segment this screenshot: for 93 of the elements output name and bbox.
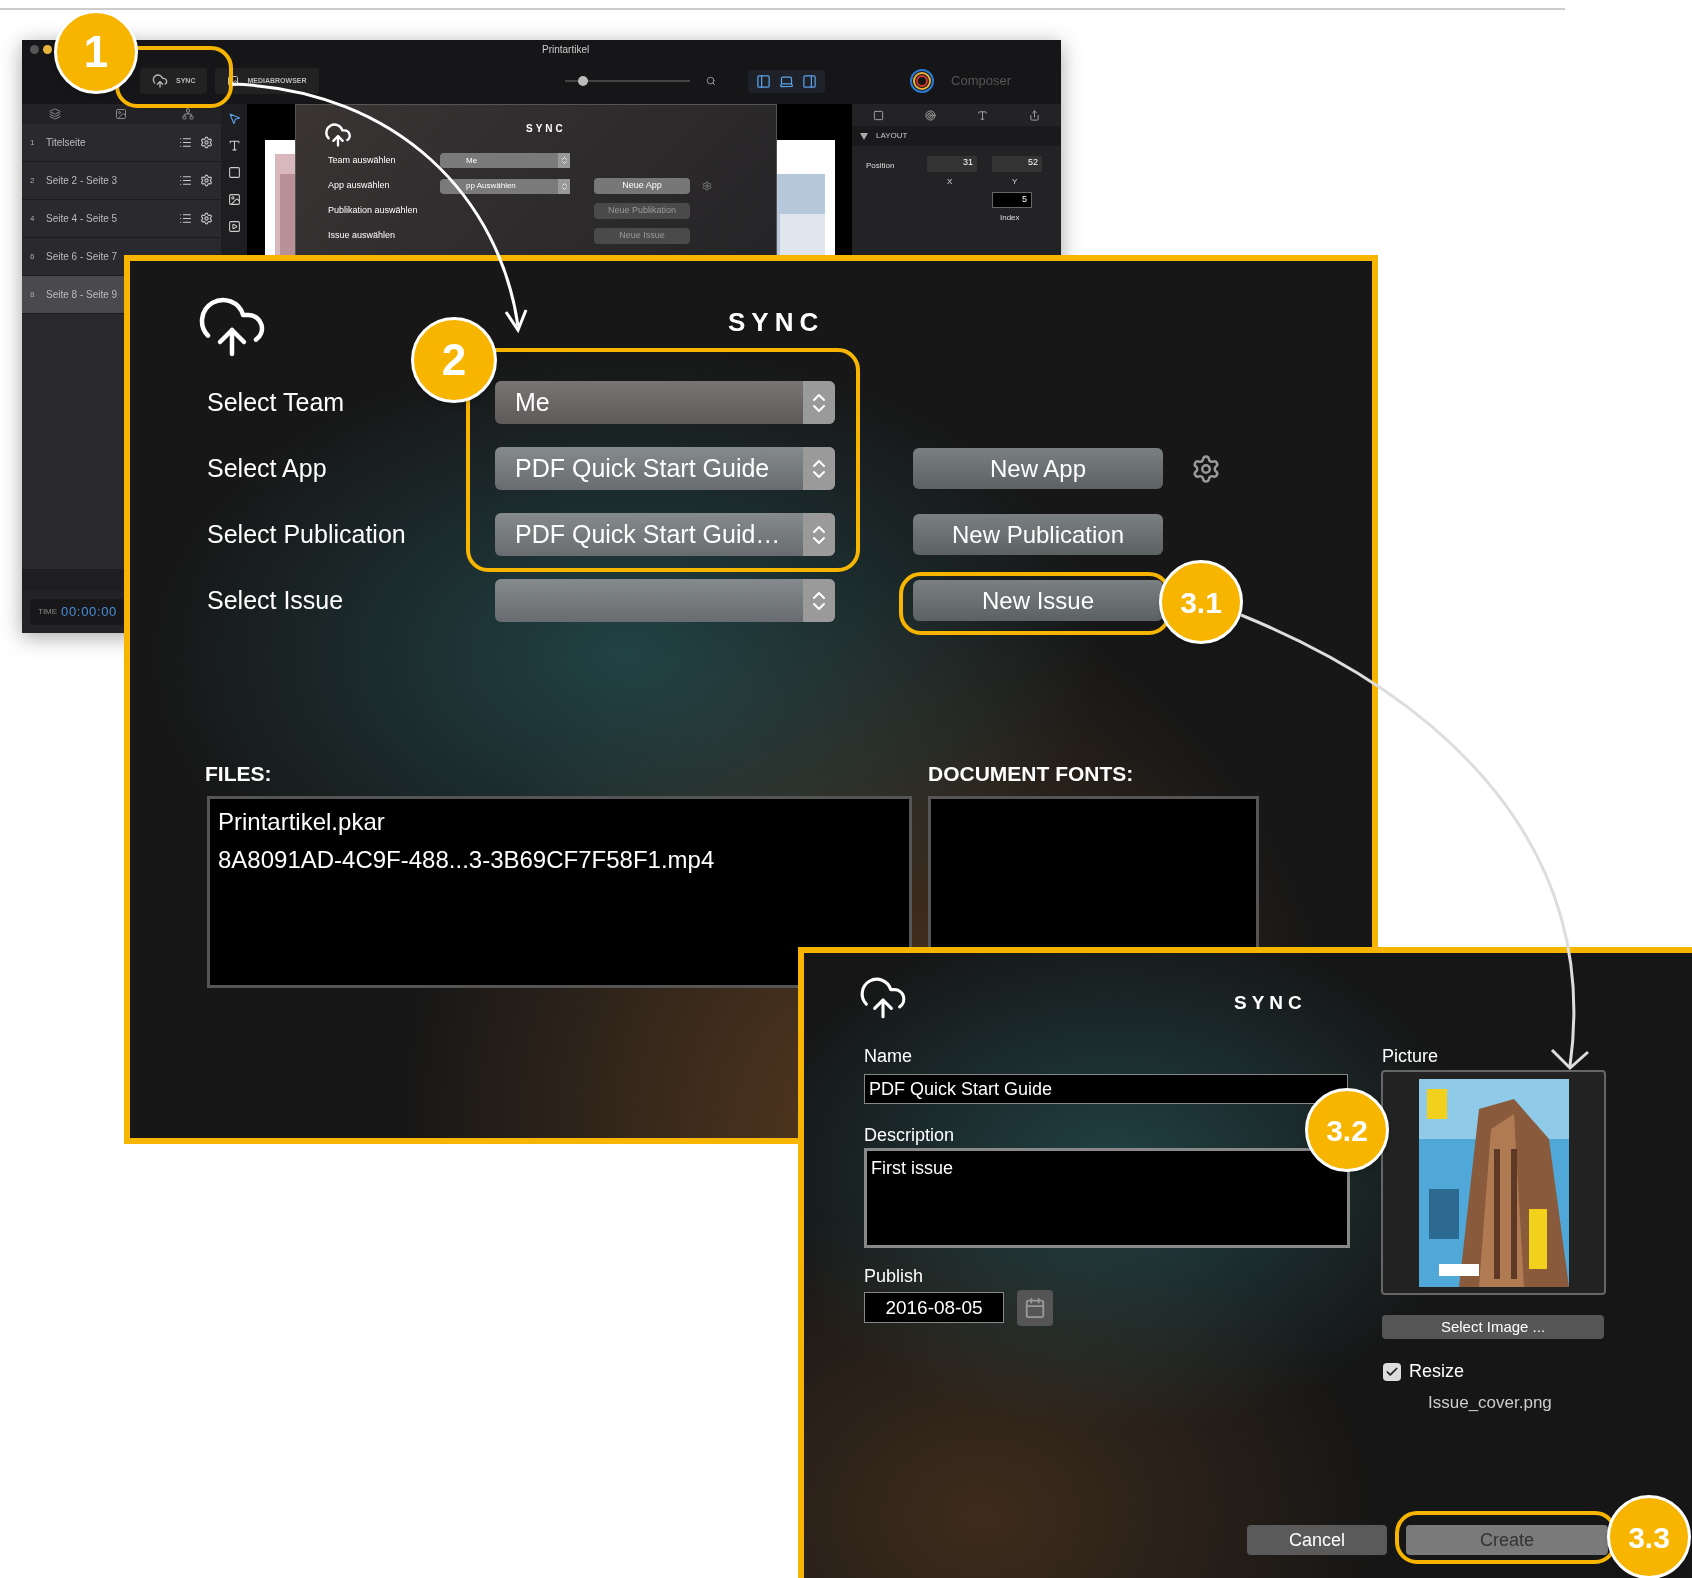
- settings-icon[interactable]: [200, 212, 213, 225]
- calendar-button[interactable]: [1017, 1290, 1053, 1326]
- settings-icon[interactable]: [200, 174, 213, 187]
- laptop-icon[interactable]: [778, 73, 794, 89]
- text-icon[interactable]: [977, 109, 989, 121]
- field-label: Select Publication: [207, 518, 407, 550]
- section-header[interactable]: LAYOUT: [852, 126, 1061, 146]
- search-icon[interactable]: [705, 76, 716, 86]
- axis-label: Y: [1012, 176, 1018, 188]
- target-icon[interactable]: [924, 109, 936, 121]
- field-label: Team auswählen: [328, 153, 397, 167]
- image-tool-icon[interactable]: [227, 193, 241, 206]
- dialog-title: SYNC: [526, 122, 566, 136]
- stepper-icon: [559, 156, 569, 165]
- step-badge: 1: [54, 10, 138, 94]
- field-label: Description: [864, 1124, 955, 1147]
- image-icon[interactable]: [115, 108, 128, 120]
- select-field[interactable]: PDF Quick Start Guid…: [495, 513, 835, 556]
- file-item[interactable]: Printartikel.pkar: [210, 803, 909, 841]
- text-tool-icon[interactable]: [227, 139, 241, 152]
- list-icon[interactable]: [179, 174, 192, 187]
- select-field[interactable]: pp Auswählen: [440, 178, 570, 194]
- logo-text: Composer: [951, 72, 1011, 91]
- section-title: LAYOUT: [876, 130, 908, 142]
- list-icon[interactable]: [179, 136, 192, 149]
- checkbox[interactable]: [1383, 1362, 1401, 1381]
- page-number: 6: [30, 250, 36, 263]
- window-title: Printartikel: [542, 42, 590, 57]
- time-label: TIME: [38, 606, 58, 618]
- action-button[interactable]: New App: [913, 448, 1163, 489]
- calendar-icon: [1024, 1297, 1046, 1319]
- field-label: Select Team: [207, 386, 346, 418]
- select-field[interactable]: [495, 579, 835, 622]
- name-field[interactable]: PDF Quick Start Guide: [864, 1074, 1348, 1104]
- section-label: FILES:: [205, 761, 272, 787]
- list-icon[interactable]: [179, 212, 192, 225]
- shape-tool-icon[interactable]: [227, 166, 241, 179]
- page-number: 4: [30, 212, 36, 225]
- select-field[interactable]: PDF Quick Start Guide: [495, 447, 835, 490]
- number-field[interactable]: 31: [927, 156, 977, 172]
- image-icon: [227, 75, 240, 87]
- action-button[interactable]: New Publication: [913, 514, 1163, 555]
- time-value: 00:00:00: [61, 603, 117, 622]
- field-label: Name: [864, 1045, 912, 1068]
- panel-title: SYNC: [1234, 991, 1307, 1015]
- page-title: Seite 6 - Seite 7: [46, 250, 119, 264]
- frame-icon[interactable]: [872, 109, 884, 121]
- page-title: Seite 2 - Seite 3: [46, 174, 119, 188]
- field-label: Select Issue: [207, 584, 345, 616]
- field-label: Issue auswählen: [328, 229, 397, 243]
- field-label: Publish: [864, 1265, 924, 1288]
- description-field[interactable]: First issue: [864, 1148, 1350, 1248]
- select-field[interactable]: Me: [495, 381, 835, 424]
- pages-icon[interactable]: [49, 108, 62, 120]
- number-field[interactable]: 52: [992, 156, 1042, 172]
- section-label: DOCUMENT FONTS:: [928, 761, 1134, 787]
- page-title: Seite 4 - Seite 5: [46, 212, 119, 226]
- zoom-slider-thumb[interactable]: [578, 76, 589, 86]
- stepper-icon: [559, 181, 569, 191]
- field-label: Index: [1000, 212, 1020, 224]
- cancel-button[interactable]: Cancel: [1247, 1525, 1387, 1555]
- file-item[interactable]: 8A8091AD-4C9F-488...3-3B69CF7F58F1.mp4: [210, 841, 909, 879]
- file-name: Issue_cover.png: [1428, 1392, 1552, 1414]
- date-field[interactable]: 2016-08-05: [864, 1292, 1004, 1323]
- settings-icon[interactable]: [200, 136, 213, 149]
- page-title: Titelseite: [46, 136, 87, 150]
- panel-right-icon[interactable]: [801, 73, 817, 89]
- field-label: App auswählen: [328, 179, 391, 193]
- video-tool-icon[interactable]: [227, 220, 241, 233]
- field-label: Position: [866, 160, 895, 172]
- page-number: 1: [30, 136, 36, 149]
- pointer-icon[interactable]: [227, 112, 241, 125]
- page-title: Seite 8 - Seite 9: [46, 288, 119, 302]
- cloud-upload-icon: [152, 73, 168, 89]
- axis-label: X: [947, 176, 953, 188]
- panel-title: SYNC: [728, 306, 825, 339]
- panel-left-icon[interactable]: [755, 73, 771, 89]
- action-button[interactable]: New Issue: [913, 580, 1163, 621]
- settings-icon[interactable]: [1191, 453, 1221, 484]
- checkbox-label: Resize: [1409, 1360, 1465, 1383]
- page-number: 2: [30, 174, 36, 187]
- field-label: Picture: [1382, 1045, 1439, 1068]
- select-field[interactable]: Me: [440, 153, 570, 168]
- select-image-button[interactable]: Select Image ...: [1382, 1315, 1604, 1339]
- number-field[interactable]: 5: [992, 192, 1032, 208]
- logo-icon: [909, 68, 936, 94]
- field-label: Select App: [207, 452, 328, 484]
- share-icon[interactable]: [1029, 109, 1041, 121]
- page-number: 8: [30, 288, 36, 301]
- cloud-upload-icon: [324, 121, 352, 149]
- field-label: Publikation auswählen: [328, 204, 419, 218]
- dialog-button[interactable]: Neue App: [594, 178, 690, 194]
- hierarchy-icon[interactable]: [181, 108, 194, 120]
